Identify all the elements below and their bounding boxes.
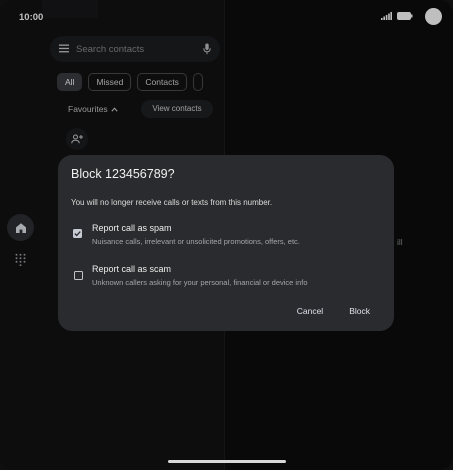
dialog-title: Block 123456789? <box>71 167 175 181</box>
report-scam-title: Report call as scam <box>92 264 172 274</box>
cancel-button[interactable]: Cancel <box>297 306 323 316</box>
report-scam-checkbox[interactable] <box>74 271 83 280</box>
dialog-actions: Cancel Block <box>297 306 370 316</box>
app-screen: Search contacts All Missed Contacts Favo… <box>0 0 453 470</box>
dialog-body: You will no longer receive calls or text… <box>71 198 273 207</box>
report-spam-checkbox[interactable] <box>73 229 82 238</box>
report-spam-option[interactable]: Report call as spam Nuisance calls, irre… <box>73 223 373 253</box>
report-spam-subtitle: Nuisance calls, irrelevant or unsolicite… <box>92 237 300 246</box>
report-spam-title: Report call as spam <box>92 223 172 233</box>
block-number-dialog: Block 123456789? You will no longer rece… <box>58 155 394 331</box>
gesture-handle[interactable] <box>168 460 286 463</box>
report-scam-subtitle: Unknown callers asking for your personal… <box>92 278 308 287</box>
block-button[interactable]: Block <box>349 306 370 316</box>
checkmark-icon <box>74 231 81 237</box>
report-scam-option[interactable]: Report call as scam Unknown callers aski… <box>73 264 373 294</box>
